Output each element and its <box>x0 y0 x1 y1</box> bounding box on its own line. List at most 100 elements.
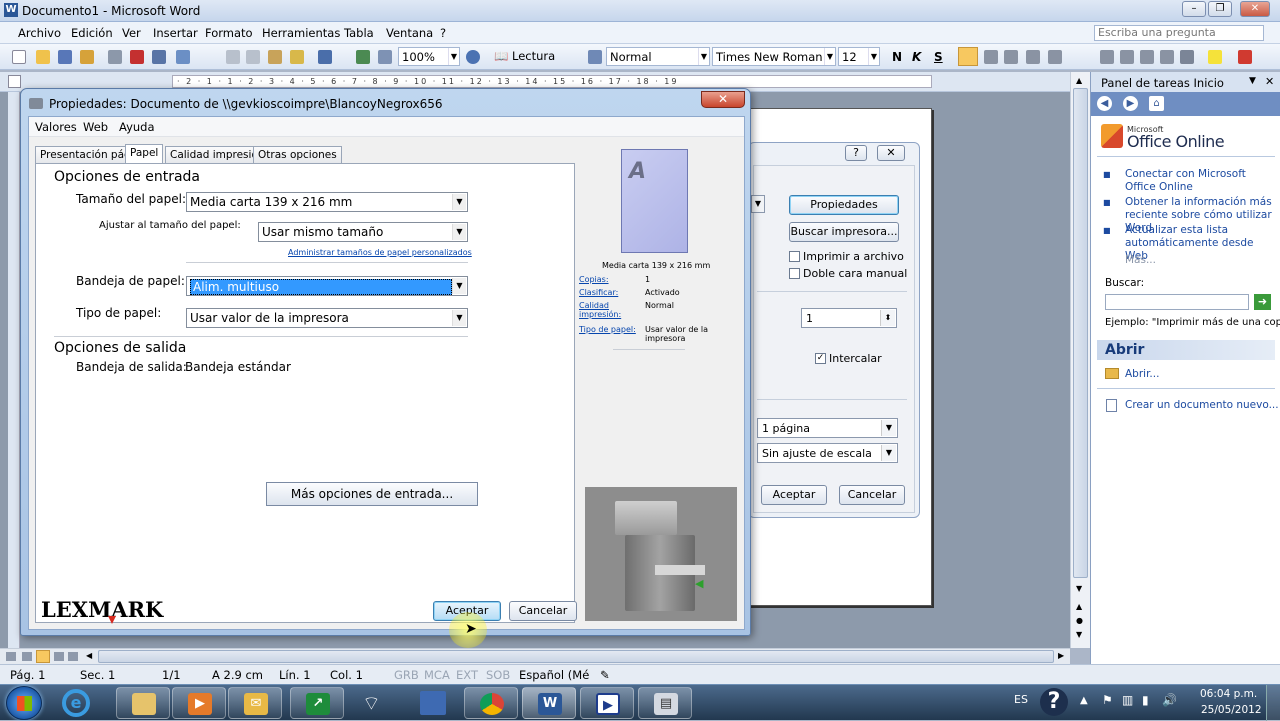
clock-time[interactable]: 06:04 p.m. <box>1200 688 1257 700</box>
summary-collate-label[interactable]: Clasificar: <box>579 288 618 297</box>
paper-tray-select[interactable]: Alim. multiuso ▼ <box>186 276 468 296</box>
tab-papel[interactable]: Papel <box>125 144 164 164</box>
paste-icon[interactable] <box>268 50 282 64</box>
spelling-icon[interactable] <box>152 50 166 64</box>
forward-icon[interactable]: ▶ <box>1123 96 1138 111</box>
menu-help[interactable]: ? <box>440 26 446 40</box>
bullets-icon[interactable] <box>1120 50 1134 64</box>
permission-icon[interactable] <box>80 50 94 64</box>
tab-selector-icon[interactable] <box>8 75 21 88</box>
browse-object-icon[interactable]: ● <box>1076 616 1083 625</box>
summary-quality-label[interactable]: Calidad impresión: <box>579 301 625 319</box>
signal-icon[interactable]: ▮ <box>1142 693 1149 707</box>
taskbar-powerpoint[interactable]: ▶ <box>580 687 634 719</box>
underline-button[interactable]: S <box>934 50 943 64</box>
back-icon[interactable]: ◀ <box>1097 96 1112 111</box>
print-preview-icon[interactable] <box>130 50 144 64</box>
status-grb[interactable]: GRB <box>394 668 419 682</box>
menu-tabla[interactable]: Tabla <box>344 26 374 40</box>
search-go-icon[interactable]: ➜ <box>1254 294 1271 310</box>
ruler-scale[interactable]: · 2 · 1 · 1 · 2 · 3 · 4 · 5 · 6 · 7 · 8 … <box>172 75 932 88</box>
scroll-down-icon[interactable]: ▼ <box>1076 584 1082 593</box>
align-center-icon[interactable] <box>984 50 998 64</box>
borders-icon[interactable] <box>1180 50 1194 64</box>
status-sob[interactable]: SOB <box>486 668 510 682</box>
maximize-button[interactable]: ❐ <box>1208 1 1232 17</box>
format-painter-icon[interactable] <box>290 50 304 64</box>
taskbar-media-player[interactable]: ▶ <box>172 687 226 719</box>
open-link[interactable]: Abrir... <box>1125 368 1159 381</box>
menu-ayuda[interactable]: Ayuda <box>119 120 155 134</box>
new-doc-icon[interactable] <box>12 50 26 64</box>
print-ok-button[interactable]: Aceptar <box>761 485 827 505</box>
printer-name-dropdown-arrow[interactable]: ▼ <box>751 195 765 213</box>
status-ext[interactable]: EXT <box>456 668 478 682</box>
fit-paper-select[interactable]: Usar mismo tamaño ▼ <box>258 222 468 242</box>
help-icon[interactable]: ? <box>1040 688 1068 716</box>
find-printer-button[interactable]: Buscar impresora... <box>789 222 899 242</box>
status-language[interactable]: Español (Mé <box>519 668 589 682</box>
task-pane-close-icon[interactable]: ✕ <box>1265 75 1274 88</box>
highlight-icon[interactable] <box>1208 50 1222 64</box>
web-view-icon[interactable] <box>22 652 32 661</box>
scale-select[interactable]: Sin ajuste de escala ▼ <box>757 443 898 463</box>
ie-icon[interactable]: e <box>62 689 90 717</box>
flag-icon[interactable]: ⚑ <box>1102 693 1113 707</box>
copy-icon[interactable] <box>246 50 260 64</box>
align-left-button[interactable] <box>958 47 978 66</box>
network-computer-icon[interactable] <box>420 691 446 715</box>
collate-checkbox[interactable]: ✓ <box>815 353 826 364</box>
menu-edicion[interactable]: Edición <box>71 26 113 40</box>
reading-view-icon[interactable] <box>68 652 78 661</box>
print-cancel-button[interactable]: Cancelar <box>839 485 905 505</box>
taskbar-explorer[interactable] <box>116 687 170 719</box>
close-button[interactable]: ✕ <box>1240 1 1270 17</box>
menu-formato[interactable]: Formato <box>205 26 253 40</box>
table-icon[interactable] <box>378 50 392 64</box>
status-mca[interactable]: MCA <box>424 668 450 682</box>
next-page-icon[interactable]: ▼ <box>1076 630 1082 639</box>
help-icon[interactable] <box>466 50 480 64</box>
manage-paper-sizes-link[interactable]: Administrar tamaños de papel personaliza… <box>288 248 472 257</box>
menu-ventana[interactable]: Ventana <box>386 26 433 40</box>
menu-herramientas[interactable]: Herramientas <box>262 26 340 40</box>
print-to-file-checkbox[interactable] <box>789 251 800 262</box>
style-combo[interactable]: Normal ▼ <box>606 47 710 66</box>
print-close-button[interactable]: ✕ <box>877 145 905 161</box>
print-view-icon[interactable] <box>36 650 50 663</box>
menu-ver[interactable]: Ver <box>122 26 141 40</box>
properties-close-button[interactable]: ✕ <box>701 91 745 108</box>
font-color-icon[interactable] <box>1238 50 1252 64</box>
language-indicator[interactable]: ES <box>1014 693 1028 706</box>
volume-icon[interactable]: 🔊 <box>1162 693 1177 707</box>
size-combo[interactable]: 12 ▼ <box>838 47 880 66</box>
ask-question-input[interactable]: Escriba una pregunta <box>1094 25 1264 41</box>
menu-web[interactable]: Web <box>83 120 108 134</box>
print-help-button[interactable]: ? <box>845 145 867 161</box>
paper-size-select[interactable]: Media carta 139 x 216 mm ▼ <box>186 192 468 212</box>
research-icon[interactable] <box>176 50 190 64</box>
properties-button[interactable]: Propiedades <box>789 195 899 215</box>
taskbar-chrome[interactable] <box>464 687 518 719</box>
task-pane-dropdown-icon[interactable]: ▼ <box>1249 76 1256 86</box>
increase-indent-icon[interactable] <box>1160 50 1174 64</box>
summary-copies-label[interactable]: Copias: <box>579 275 609 284</box>
vertical-scrollbar[interactable]: ▲ ▼ ▲ ● ▼ <box>1070 72 1090 648</box>
hyperlink-icon[interactable] <box>356 50 370 64</box>
summary-paper-type-label[interactable]: Tipo de papel: <box>579 325 636 334</box>
scroll-thumb[interactable] <box>1073 88 1088 578</box>
align-right-icon[interactable] <box>1004 50 1018 64</box>
link-connect-office-online[interactable]: Conectar con Microsoft Office Online <box>1125 168 1275 194</box>
minimize-button[interactable]: – <box>1182 1 1206 17</box>
horizontal-scrollbar[interactable]: ◀ ▶ <box>0 648 1070 664</box>
taskbar-outlook[interactable]: ✉ <box>228 687 282 719</box>
styles-icon[interactable] <box>588 50 602 64</box>
network-icon[interactable]: ▥ <box>1122 693 1133 707</box>
tab-otras-opciones[interactable]: Otras opciones <box>253 146 342 163</box>
hscroll-right-icon[interactable]: ▶ <box>1058 651 1064 660</box>
taskbar-print-window[interactable]: ▤ <box>638 687 692 719</box>
line-spacing-icon[interactable] <box>1048 50 1062 64</box>
open-folder-icon[interactable] <box>36 50 50 64</box>
menu-valores[interactable]: Valores <box>35 120 77 134</box>
scroll-up-icon[interactable]: ▲ <box>1076 76 1082 85</box>
